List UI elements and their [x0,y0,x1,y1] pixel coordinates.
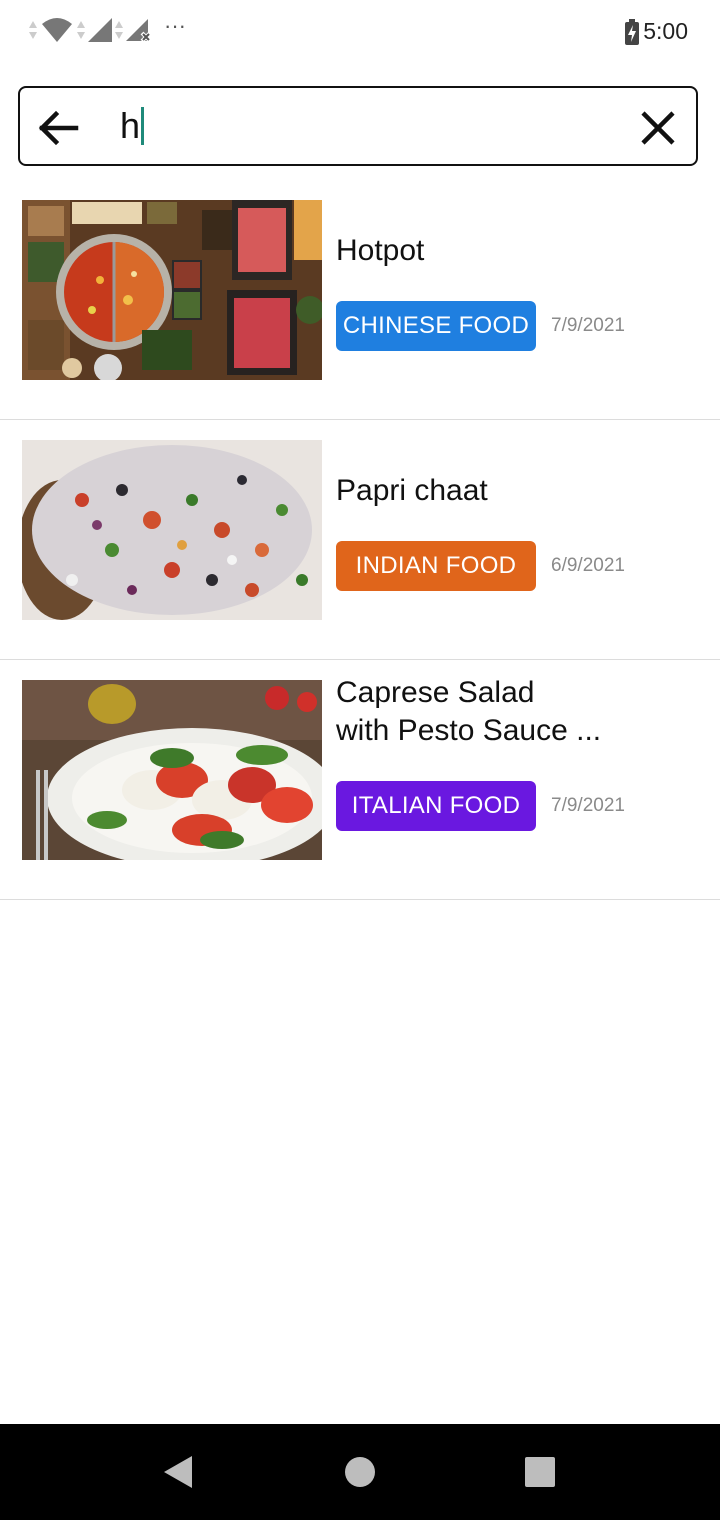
arrow-left-icon[interactable] [36,106,80,150]
status-bar: ··· 5:00 [0,0,720,64]
search-bar: h [18,86,698,166]
battery-charging-icon [625,18,640,45]
result-date: 7/9/2021 [551,315,625,336]
signal-icon [88,18,112,42]
square-recents-icon[interactable] [522,1454,558,1490]
clock: 5:00 [643,18,688,44]
text-cursor [141,107,145,145]
result-date: 7/9/2021 [551,795,625,816]
close-icon[interactable] [638,108,678,148]
result-item-caprese-salad[interactable]: Caprese Salad with Pesto Sauce ... ITALI… [0,660,720,900]
result-item-hotpot[interactable]: Hotpot CHINESE FOOD 7/9/2021 [0,180,720,420]
search-input[interactable]: h [120,102,145,150]
navigation-bar [0,1424,720,1520]
search-query: h [120,105,141,146]
caprese-salad-image [22,680,322,860]
signal-no-service-icon [126,19,152,43]
triangle-back-icon[interactable] [160,1454,196,1490]
category-badge: INDIAN FOOD [336,541,536,591]
papri-chaat-image [22,440,322,620]
result-date: 6/9/2021 [551,555,625,576]
data-arrows-icon-3 [115,21,123,39]
status-right: 5:00 [625,18,688,45]
more-notifications-indicator: ··· [164,13,186,38]
category-badge: ITALIAN FOOD [336,781,536,831]
wifi-icon [42,18,72,42]
status-icons: ··· [28,14,186,46]
result-item-papri-chaat[interactable]: Papri chaat INDIAN FOOD 6/9/2021 [0,420,720,660]
result-title: Papri chaat [336,474,488,507]
category-badge: CHINESE FOOD [336,301,536,351]
data-arrows-icon [29,21,37,39]
circle-home-icon[interactable] [342,1454,378,1490]
data-arrows-icon-2 [77,21,85,39]
results-list: Hotpot CHINESE FOOD 7/9/2021 Papri chaat… [0,180,720,900]
result-title: Hotpot [336,234,425,267]
result-title: Caprese Salad with Pesto Sauce ... [336,676,602,747]
hotpot-image [22,200,322,380]
